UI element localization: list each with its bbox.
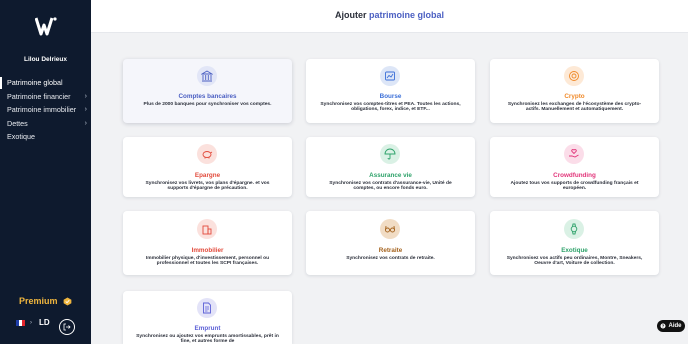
chevron-right-icon: › [30,319,32,326]
user-initials: LD [39,318,50,327]
sidebar-item-label: Dettes [7,118,28,128]
card-description: Synchronisez vos comptes-titres et PEA. … [320,102,461,113]
card-title: Exotique [561,247,588,254]
sidebar: Lilou Delrieux Patrimoine global Patrimo… [0,0,91,344]
page-title-prefix: Ajouter [334,10,367,20]
sidebar-item-patrimoine-global[interactable]: Patrimoine global [0,76,91,90]
page-header: Ajouter patrimoine global [91,0,688,33]
crypto-icon [564,66,584,86]
sidebar-item-exotique[interactable]: Exotique [0,130,91,144]
user-name: Lilou Delrieux [24,56,67,63]
card-title: Retraite [378,247,403,254]
glasses-icon [380,219,400,239]
bank-icon [197,66,217,86]
umbrella-icon [380,144,400,164]
card-description: Synchronisez ou ajoutez vos emprunts amo… [136,334,279,344]
help-button[interactable]: ? Aide [657,320,685,332]
card-description: Immobilier physique, d'investissement, p… [145,256,270,267]
card-description: Synchronisez vos livrets, vos plans d'ép… [145,181,270,192]
logout-icon [63,323,71,331]
piggy-bank-icon [197,144,217,164]
card-title: Assurance vie [369,172,412,179]
watch-icon [564,219,584,239]
sidebar-item-label: Patrimoine global [7,78,63,88]
sidebar-item-label: Patrimoine financier [7,91,71,101]
card-comptes-bancaires[interactable]: Comptes bancaires Plus de 2000 banques p… [123,59,292,123]
sidebar-item-patrimoine-financier[interactable]: Patrimoine financier › [0,90,91,104]
premium-button[interactable]: Premium [19,296,72,306]
card-title: Bourse [379,93,402,100]
card-epargne[interactable]: Epargne Synchronisez vos livrets, vos pl… [123,137,292,197]
card-description: Synchronisez vos contrats de retraite. [346,256,435,261]
sidebar-item-dettes[interactable]: Dettes › [0,117,91,131]
building-icon [197,219,217,239]
card-title: Emprunt [194,325,221,332]
premium-label: Premium [19,296,58,306]
card-crypto[interactable]: Crypto Synchronisez les exchanges de l'é… [490,59,659,123]
card-crowdfunding[interactable]: Crowdfunding Ajoutez tous vos supports d… [490,137,659,197]
language-selector[interactable]: › LD [16,318,50,327]
card-immobilier[interactable]: Immobilier Immobilier physique, d'invest… [123,211,292,275]
card-bourse[interactable]: Bourse Synchronisez vos comptes-titres e… [306,59,475,123]
svg-text:?: ? [662,324,665,329]
hand-heart-icon [564,144,584,164]
sidebar-item-label: Patrimoine immobilier [7,105,77,115]
chevron-right-icon: › [84,119,87,127]
card-retraite[interactable]: Retraite Synchronisez vos contrats de re… [306,211,475,275]
sidebar-item-label: Exotique [7,132,35,142]
sidebar-item-patrimoine-immobilier[interactable]: Patrimoine immobilier › [0,103,91,117]
premium-badge-icon [63,296,71,306]
chart-icon [380,66,400,86]
card-description: Ajoutez tous vos supports de crowdfundin… [510,181,639,192]
card-emprunt[interactable]: Emprunt Synchronisez ou ajoutez vos empr… [123,291,292,344]
card-description: Synchronisez vos contrats d'assurance-vi… [329,181,452,192]
card-description: Synchronisez les exchanges de l'écosystè… [507,102,642,113]
card-title: Epargne [194,172,221,179]
card-title: Crypto [564,93,585,100]
chevron-right-icon: › [84,92,87,100]
card-title: Comptes bancaires [178,93,237,100]
page-title-accent: patrimoine global [369,10,445,20]
sidebar-nav: Patrimoine global Patrimoine financier ›… [0,76,91,144]
card-exotique[interactable]: Exotique Synchronisez vos actifs peu ord… [490,211,659,275]
card-assurance-vie[interactable]: Assurance vie Synchronisez vos contrats … [306,137,475,197]
app-logo [35,17,57,36]
card-title: Immobilier [191,247,224,254]
help-icon: ? [660,323,666,329]
card-title: Crowdfunding [553,172,596,179]
chevron-right-icon: › [84,106,87,113]
card-description: Plus de 2000 banques pour synchroniser v… [143,102,272,107]
document-icon [197,298,217,318]
france-flag-icon [16,319,25,326]
logout-button[interactable] [59,319,75,335]
card-description: Synchronisez vos actifs peu ordinaires, … [506,256,643,267]
page-title: Ajouter patrimoine global [91,0,688,30]
help-label: Aide [668,323,682,329]
